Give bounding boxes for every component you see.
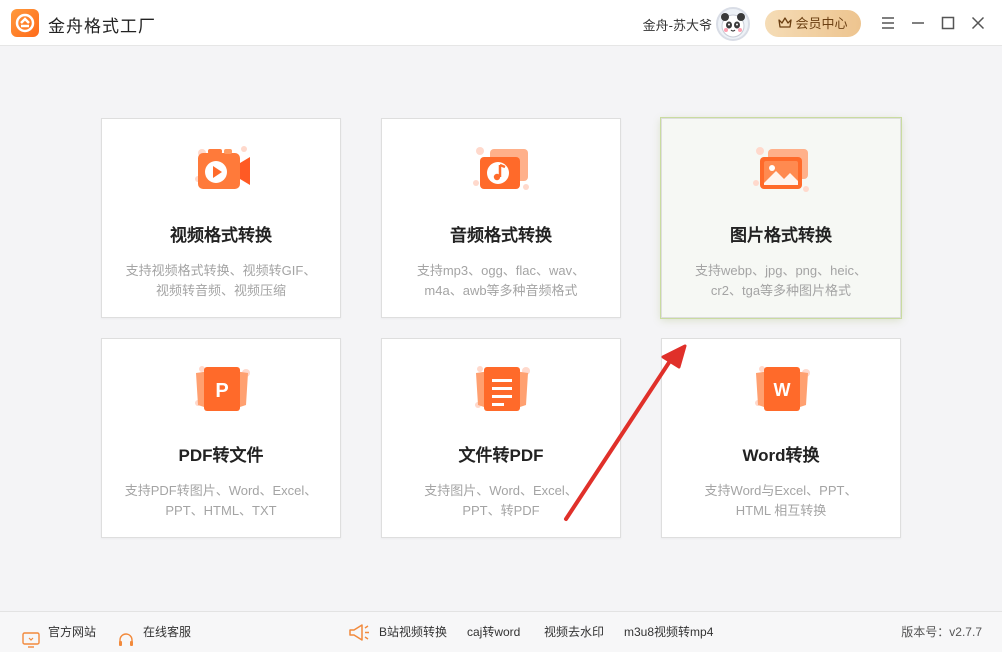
official-website-label: 官方网站 xyxy=(48,625,97,639)
status-bar: 官方网站 在线客服 B站视频转换 caj转word 视频去水印 m3u8视频转m… xyxy=(0,611,1002,652)
title-bar: 金舟格式工厂 金舟-苏大爷 会员中心 xyxy=(0,0,1002,46)
close-icon[interactable] xyxy=(968,13,988,33)
card-title: Word转换 xyxy=(742,446,820,465)
card-video-convert[interactable]: 视频格式转换 支持视频格式转换、视频转GIF、 视频转音频、视频压缩 xyxy=(101,118,341,318)
desc-line: PPT、转PDF xyxy=(462,503,540,518)
annotation-arrow xyxy=(564,344,687,521)
online-support-link[interactable]: 在线客服 xyxy=(117,612,191,652)
image-icon xyxy=(750,139,814,197)
card-description: 支持PDF转图片、Word、Excel、 PPT、HTML、TXT xyxy=(114,481,328,521)
card-description: 支持图片、Word、Excel、 PPT、转PDF xyxy=(394,481,608,521)
desc-line: 支持PDF转图片、Word、Excel、 xyxy=(124,483,318,498)
crown-icon xyxy=(778,11,793,38)
card-title: PDF转文件 xyxy=(178,446,264,465)
avatar[interactable] xyxy=(716,7,750,41)
card-pdf-to-file[interactable]: P PDF转文件 支持PDF转图片、Word、Excel、 PPT、HTML、T… xyxy=(101,338,341,538)
desc-line: m4a、awb等多种音频格式 xyxy=(424,283,578,298)
pdf-p-icon: P xyxy=(190,359,254,417)
footer-link-caj-word[interactable]: caj转word xyxy=(467,612,520,652)
desc-line: 视频转音频、视频压缩 xyxy=(155,283,286,298)
desc-line: 支持mp3、ogg、flac、wav、 xyxy=(416,263,586,278)
desc-line: 支持webp、jpg、png、heic、 xyxy=(695,263,867,278)
app-title: 金舟格式工厂 xyxy=(48,17,156,36)
app-logo-icon xyxy=(11,9,39,37)
desc-line: 支持图片、Word、Excel、 xyxy=(424,483,578,498)
official-website-link[interactable]: 官方网站 xyxy=(22,612,96,652)
online-support-label: 在线客服 xyxy=(143,625,192,639)
megaphone-icon xyxy=(347,622,371,645)
desc-line: 支持Word与Excel、PPT、 xyxy=(704,483,858,498)
card-description: 支持webp、jpg、png、heic、 cr2、tga等多种图片格式 xyxy=(674,261,888,301)
card-title: 图片格式转换 xyxy=(730,226,832,245)
headset-icon xyxy=(117,624,135,652)
menu-icon[interactable] xyxy=(878,13,898,33)
desc-line: PPT、HTML、TXT xyxy=(165,503,277,518)
vip-center-button[interactable]: 会员中心 xyxy=(765,10,861,37)
footer-link-bilibili[interactable]: B站视频转换 xyxy=(379,612,447,652)
music-note-icon xyxy=(470,139,534,197)
card-title: 音频格式转换 xyxy=(450,226,552,245)
minimize-icon[interactable] xyxy=(908,13,928,33)
video-play-icon xyxy=(190,139,254,197)
card-audio-convert[interactable]: 音频格式转换 支持mp3、ogg、flac、wav、 m4a、awb等多种音频格… xyxy=(381,118,621,318)
card-title: 文件转PDF xyxy=(458,446,544,465)
svg-text:W: W xyxy=(774,380,791,400)
monitor-icon xyxy=(22,624,40,652)
card-file-to-pdf[interactable]: 文件转PDF 支持图片、Word、Excel、 PPT、转PDF xyxy=(381,338,621,538)
footer-link-watermark[interactable]: 视频去水印 xyxy=(544,612,604,652)
maximize-icon[interactable] xyxy=(938,13,958,33)
desc-line: cr2、tga等多种图片格式 xyxy=(710,283,852,298)
card-title: 视频格式转换 xyxy=(170,226,272,245)
card-description: 支持Word与Excel、PPT、 HTML 相互转换 xyxy=(674,481,888,521)
username-label[interactable]: 金舟-苏大爷 xyxy=(643,15,712,34)
desc-line: HTML 相互转换 xyxy=(735,503,827,518)
card-description: 支持mp3、ogg、flac、wav、 m4a、awb等多种音频格式 xyxy=(394,261,608,301)
card-image-convert[interactable]: 图片格式转换 支持webp、jpg、png、heic、 cr2、tga等多种图片… xyxy=(661,118,901,318)
version-label: 版本号：v2.7.7 xyxy=(901,625,982,639)
footer-link-m3u8[interactable]: m3u8视频转mp4 xyxy=(624,612,713,652)
document-lines-icon xyxy=(470,359,534,417)
card-description: 支持视频格式转换、视频转GIF、 视频转音频、视频压缩 xyxy=(114,261,328,301)
desc-line: 支持视频格式转换、视频转GIF、 xyxy=(125,263,317,278)
word-w-icon: W xyxy=(750,359,814,417)
vip-center-label: 会员中心 xyxy=(795,16,848,31)
svg-text:P: P xyxy=(215,380,228,402)
card-word-convert[interactable]: W Word转换 支持Word与Excel、PPT、 HTML 相互转换 xyxy=(661,338,901,538)
